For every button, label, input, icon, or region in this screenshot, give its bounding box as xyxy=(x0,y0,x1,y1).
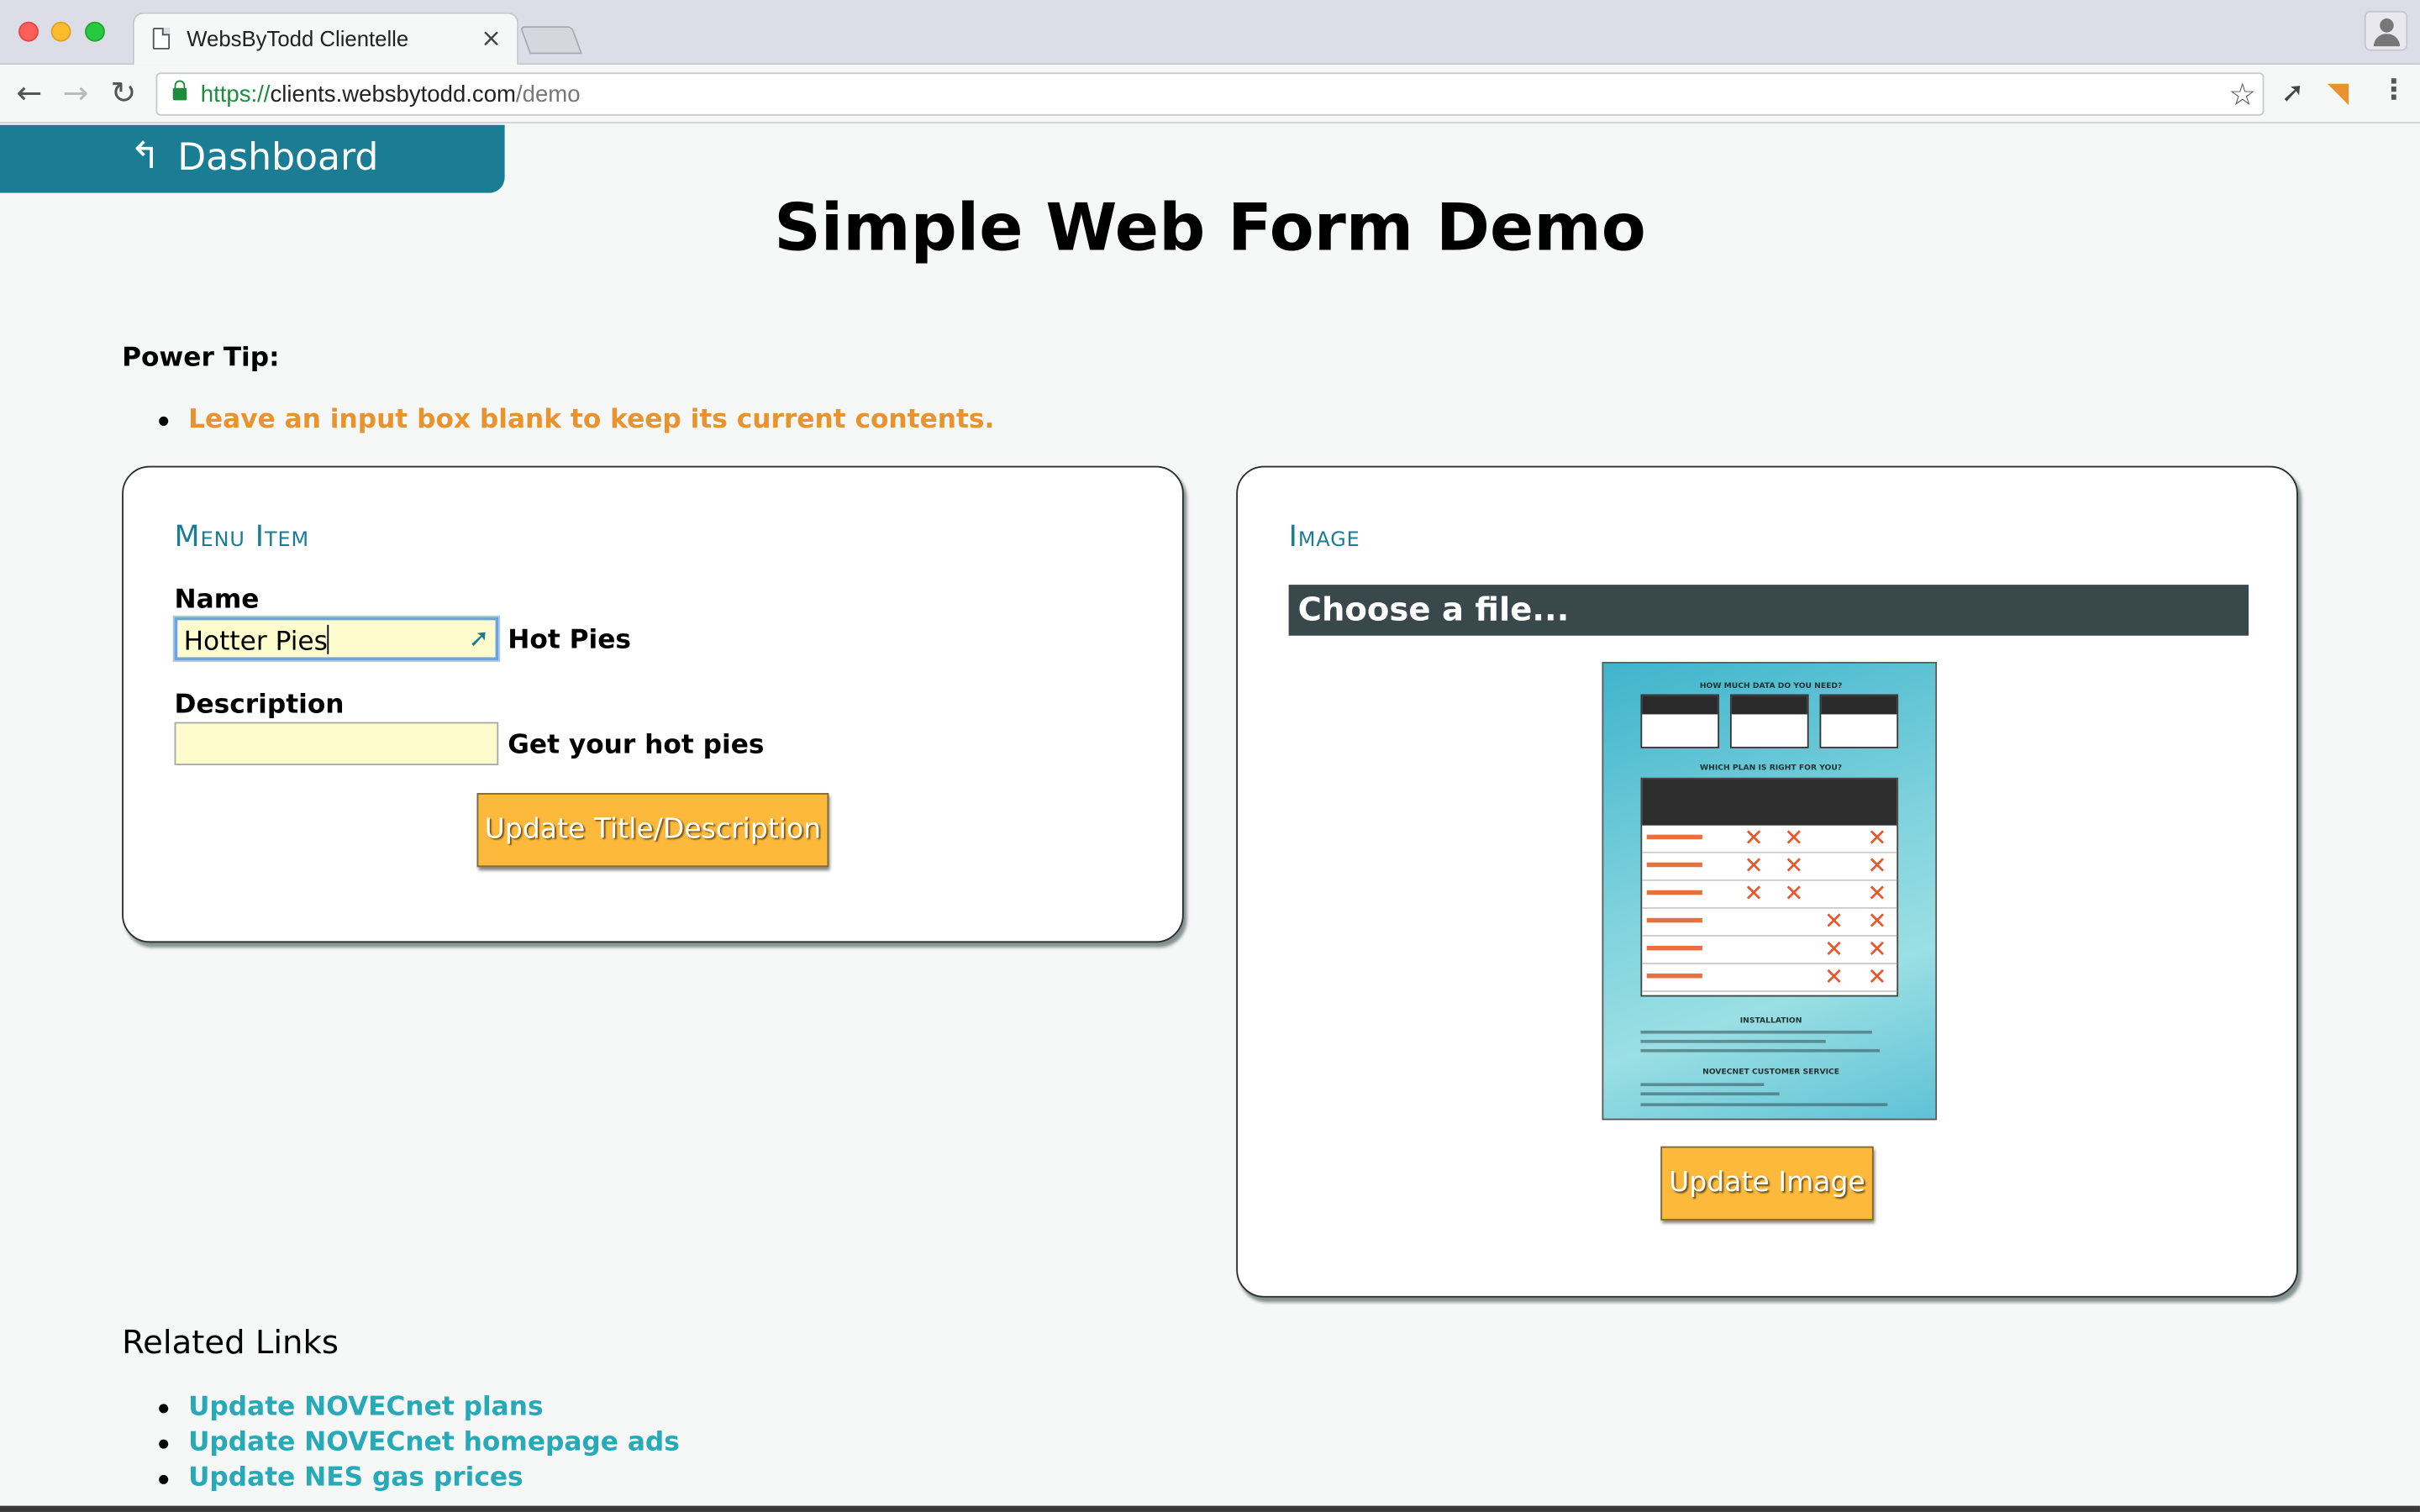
description-current-value: Get your hot pies xyxy=(508,729,765,761)
x-mark-icon: ✕ xyxy=(1867,823,1887,852)
preview-text-line xyxy=(1640,1048,1881,1053)
preview-table: ✕ ✕ ✕ ✕ ✕ ✕ ✕ ✕ ✕ ✕ ✕ ✕ ✕ ✕ ✕ xyxy=(1640,777,1899,997)
preview-text-line xyxy=(1640,1092,1780,1096)
preview-text-line xyxy=(1640,1030,1872,1034)
x-mark-icon: ✕ xyxy=(1823,935,1844,963)
lock-icon xyxy=(172,80,187,101)
url-text[interactable]: https://clients.websbytodd.com/demo xyxy=(201,81,581,108)
window-bottom-edge xyxy=(0,1505,2420,1512)
preview-row-label xyxy=(1646,862,1702,868)
dashboard-label: Dashboard xyxy=(177,135,379,180)
preview-row-label xyxy=(1646,945,1702,951)
preview-text-line xyxy=(1640,1039,1826,1043)
x-mark-icon: ✕ xyxy=(1867,879,1887,907)
x-mark-icon: ✕ xyxy=(1823,906,1844,936)
related-link-nes-gas-prices[interactable]: Update NES gas prices xyxy=(122,1461,680,1496)
x-mark-icon: ✕ xyxy=(1784,823,1804,852)
preview-row xyxy=(1642,826,1897,853)
new-tab-button[interactable] xyxy=(519,26,582,55)
preview-row-label xyxy=(1646,890,1702,895)
related-link-novecnet-homepage-ads[interactable]: Update NOVECnet homepage ads xyxy=(122,1425,680,1461)
return-arrow-icon: ↰ xyxy=(129,134,161,178)
description-input[interactable] xyxy=(174,722,499,766)
x-mark-icon: ✕ xyxy=(1867,935,1887,963)
update-title-description-button[interactable]: Update Title/Description xyxy=(476,793,829,868)
text-caret xyxy=(327,624,329,654)
page-content: ↰ Dashboard Simple Web Form Demo Power T… xyxy=(0,124,2420,1512)
url-scheme: https:// xyxy=(200,81,271,108)
x-mark-icon: ✕ xyxy=(1867,906,1887,936)
related-links-heading: Related Links xyxy=(122,1323,339,1361)
preview-plan-box xyxy=(1640,694,1720,748)
close-window-button[interactable] xyxy=(18,21,39,42)
menu-item-heading: Menu Item xyxy=(174,519,310,554)
browser-tab-bar: WebsByTodd Clientelle × xyxy=(0,0,2420,66)
preview-row-label xyxy=(1646,917,1702,923)
preview-heading: INSTALLATION xyxy=(1739,1016,1802,1026)
tab-close-icon[interactable]: × xyxy=(481,24,502,53)
preview-row-label xyxy=(1646,973,1702,979)
preview-heading: NOVECNET CUSTOMER SERVICE xyxy=(1702,1067,1840,1078)
preview-text-line xyxy=(1640,1083,1765,1087)
name-input[interactable]: Hotter Pies ➚ xyxy=(174,617,499,661)
power-tip-item: Leave an input box blank to keep its cur… xyxy=(122,404,994,435)
x-mark-icon: ✕ xyxy=(1784,851,1804,879)
tab-title: WebsByTodd Clientelle xyxy=(187,26,409,51)
image-heading: Image xyxy=(1288,519,1360,554)
preview-row xyxy=(1642,909,1897,937)
preview-text-line xyxy=(1640,1103,1888,1106)
image-preview: HOW MUCH DATA DO YOU NEED? WHICH PLAN IS… xyxy=(1602,661,1938,1121)
profile-icon[interactable] xyxy=(2364,10,2408,51)
reload-icon[interactable]: ↻ xyxy=(105,74,142,111)
preview-row-label xyxy=(1646,834,1702,840)
url-path: /demo xyxy=(515,81,581,108)
address-bar[interactable]: https://clients.websbytodd.com/demo ☆ xyxy=(155,72,2265,116)
preview-plan-box xyxy=(1729,694,1809,748)
x-mark-icon: ✕ xyxy=(1744,851,1764,879)
browser-tab[interactable]: WebsByTodd Clientelle × xyxy=(132,12,519,66)
x-mark-icon: ✕ xyxy=(1784,879,1804,907)
x-mark-icon: ✕ xyxy=(1867,963,1887,991)
preview-table-header xyxy=(1642,779,1897,826)
x-mark-icon: ✕ xyxy=(1744,823,1764,852)
back-icon[interactable]: ← xyxy=(11,74,48,111)
preview-heading: WHICH PLAN IS RIGHT FOR YOU? xyxy=(1700,764,1843,774)
power-tip-list: Leave an input box blank to keep its cur… xyxy=(122,404,994,435)
screen: WebsByTodd Clientelle × ← → ↻ https://cl… xyxy=(0,0,2420,1512)
extension-icon[interactable]: ➚ xyxy=(2281,77,2305,110)
browser-toolbar: ← → ↻ https://clients.websbytodd.com/dem… xyxy=(0,65,2420,123)
menu-item-card: Menu Item Name Hotter Pies ➚ Hot Pies De… xyxy=(122,465,1184,943)
x-mark-icon: ✕ xyxy=(1823,963,1844,991)
minimize-window-button[interactable] xyxy=(50,21,71,42)
star-icon[interactable]: ☆ xyxy=(2228,76,2256,113)
forward-icon[interactable]: → xyxy=(57,74,94,111)
name-label: Name xyxy=(174,585,260,616)
name-current-value: Hot Pies xyxy=(508,624,632,656)
related-links-list: Update NOVECnet plans Update NOVECnet ho… xyxy=(122,1390,680,1497)
preview-plan-box xyxy=(1819,694,1899,748)
choose-file-button[interactable]: Choose a file... xyxy=(1288,585,2249,636)
menu-icon[interactable]: ⋮ xyxy=(2380,74,2407,107)
preview-row xyxy=(1642,853,1897,881)
url-host: clients.websbytodd.com xyxy=(270,81,516,108)
name-input-value: Hotter Pies xyxy=(183,626,328,658)
image-card: Image Choose a file... HOW MUCH DATA DO … xyxy=(1236,465,2298,1298)
x-mark-icon: ✕ xyxy=(1744,879,1764,907)
maximize-window-button[interactable] xyxy=(85,21,105,42)
preview-row xyxy=(1642,937,1897,964)
update-image-button[interactable]: Update Image xyxy=(1660,1146,1874,1221)
description-label: Description xyxy=(174,690,345,721)
x-mark-icon: ✕ xyxy=(1867,851,1887,879)
preview-heading: HOW MUCH DATA DO YOU NEED? xyxy=(1699,681,1843,691)
page-title: Simple Web Form Demo xyxy=(774,189,1646,265)
power-tip-heading: Power Tip: xyxy=(122,342,280,374)
preview-row xyxy=(1642,881,1897,909)
rss-icon[interactable]: ◥ xyxy=(2328,77,2349,110)
dashboard-button[interactable]: ↰ Dashboard xyxy=(0,124,505,193)
document-icon xyxy=(152,28,171,50)
related-link-novecnet-plans[interactable]: Update NOVECnet plans xyxy=(122,1390,680,1425)
autofill-icon[interactable]: ➚ xyxy=(469,623,490,653)
preview-row xyxy=(1642,964,1897,992)
